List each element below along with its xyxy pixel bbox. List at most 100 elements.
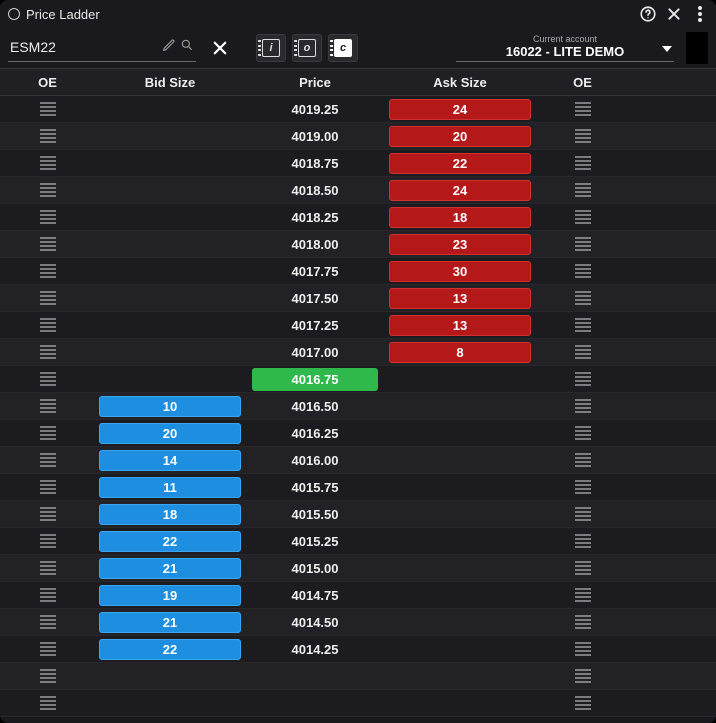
price-cell[interactable]: 4016.00 bbox=[245, 447, 385, 473]
price-cell[interactable]: 4018.00 bbox=[245, 231, 385, 257]
oe-right-cell[interactable] bbox=[535, 285, 630, 311]
help-icon[interactable] bbox=[638, 4, 658, 24]
oe-left-cell[interactable] bbox=[0, 474, 95, 500]
ask-size-cell[interactable] bbox=[385, 555, 535, 581]
bid-size-cell[interactable]: 22 bbox=[95, 528, 245, 554]
oe-left-cell[interactable] bbox=[0, 420, 95, 446]
oe-right-cell[interactable] bbox=[535, 312, 630, 338]
row-menu-icon[interactable] bbox=[575, 696, 591, 710]
price-cell[interactable]: 4019.00 bbox=[245, 123, 385, 149]
oe-right-cell[interactable] bbox=[535, 204, 630, 230]
price-cell[interactable]: 4016.75 bbox=[245, 366, 385, 392]
search-icon[interactable] bbox=[180, 38, 194, 52]
oe-left-cell[interactable] bbox=[0, 231, 95, 257]
oe-right-cell[interactable] bbox=[535, 636, 630, 662]
ask-size-cell[interactable] bbox=[385, 690, 535, 716]
price-cell[interactable]: 4017.00 bbox=[245, 339, 385, 365]
ask-size-cell[interactable] bbox=[385, 501, 535, 527]
oe-right-cell[interactable] bbox=[535, 690, 630, 716]
oe-right-cell[interactable] bbox=[535, 231, 630, 257]
bid-size-cell[interactable]: 20 bbox=[95, 420, 245, 446]
oe-right-cell[interactable] bbox=[535, 258, 630, 284]
oe-left-cell[interactable] bbox=[0, 447, 95, 473]
oe-left-cell[interactable] bbox=[0, 312, 95, 338]
oe-left-cell[interactable] bbox=[0, 636, 95, 662]
row-menu-icon[interactable] bbox=[575, 372, 591, 386]
ask-size-cell[interactable]: 8 bbox=[385, 339, 535, 365]
ask-size-cell[interactable]: 30 bbox=[385, 258, 535, 284]
mode-i-button[interactable]: i bbox=[256, 34, 286, 62]
row-menu-icon[interactable] bbox=[40, 561, 56, 575]
row-menu-icon[interactable] bbox=[40, 426, 56, 440]
price-cell[interactable] bbox=[245, 663, 385, 689]
oe-left-cell[interactable] bbox=[0, 366, 95, 392]
bid-size-cell[interactable]: 22 bbox=[95, 636, 245, 662]
bid-size-cell[interactable] bbox=[95, 339, 245, 365]
row-menu-icon[interactable] bbox=[40, 345, 56, 359]
price-cell[interactable]: 4015.75 bbox=[245, 474, 385, 500]
row-menu-icon[interactable] bbox=[40, 291, 56, 305]
oe-right-cell[interactable] bbox=[535, 609, 630, 635]
price-cell[interactable]: 4017.25 bbox=[245, 312, 385, 338]
edit-icon[interactable] bbox=[162, 38, 176, 52]
close-icon[interactable] bbox=[664, 4, 684, 24]
ask-size-cell[interactable]: 20 bbox=[385, 123, 535, 149]
price-cell[interactable]: 4017.50 bbox=[245, 285, 385, 311]
oe-left-cell[interactable] bbox=[0, 339, 95, 365]
oe-right-cell[interactable] bbox=[535, 339, 630, 365]
row-menu-icon[interactable] bbox=[40, 372, 56, 386]
oe-left-cell[interactable] bbox=[0, 555, 95, 581]
row-menu-icon[interactable] bbox=[40, 237, 56, 251]
ask-size-cell[interactable]: 24 bbox=[385, 177, 535, 203]
bid-size-cell[interactable] bbox=[95, 231, 245, 257]
row-menu-icon[interactable] bbox=[40, 642, 56, 656]
row-menu-icon[interactable] bbox=[575, 480, 591, 494]
oe-right-cell[interactable] bbox=[535, 528, 630, 554]
row-menu-icon[interactable] bbox=[575, 183, 591, 197]
bid-size-cell[interactable]: 21 bbox=[95, 609, 245, 635]
oe-left-cell[interactable] bbox=[0, 204, 95, 230]
row-menu-icon[interactable] bbox=[575, 615, 591, 629]
bid-size-cell[interactable] bbox=[95, 150, 245, 176]
row-menu-icon[interactable] bbox=[40, 399, 56, 413]
bid-size-cell[interactable] bbox=[95, 177, 245, 203]
price-cell[interactable]: 4018.50 bbox=[245, 177, 385, 203]
oe-left-cell[interactable] bbox=[0, 663, 95, 689]
oe-right-cell[interactable] bbox=[535, 150, 630, 176]
ask-size-cell[interactable] bbox=[385, 366, 535, 392]
row-menu-icon[interactable] bbox=[575, 453, 591, 467]
ask-size-cell[interactable]: 13 bbox=[385, 285, 535, 311]
mode-o-button[interactable]: o bbox=[292, 34, 322, 62]
ask-size-cell[interactable] bbox=[385, 420, 535, 446]
bid-size-cell[interactable]: 11 bbox=[95, 474, 245, 500]
row-menu-icon[interactable] bbox=[40, 102, 56, 116]
oe-left-cell[interactable] bbox=[0, 177, 95, 203]
bid-size-cell[interactable] bbox=[95, 312, 245, 338]
bid-size-cell[interactable] bbox=[95, 285, 245, 311]
oe-left-cell[interactable] bbox=[0, 123, 95, 149]
row-menu-icon[interactable] bbox=[575, 210, 591, 224]
price-cell[interactable]: 4016.50 bbox=[245, 393, 385, 419]
bid-size-cell[interactable]: 18 bbox=[95, 501, 245, 527]
bid-size-cell[interactable] bbox=[95, 258, 245, 284]
row-menu-icon[interactable] bbox=[575, 642, 591, 656]
oe-right-cell[interactable] bbox=[535, 177, 630, 203]
row-menu-icon[interactable] bbox=[40, 453, 56, 467]
row-menu-icon[interactable] bbox=[40, 318, 56, 332]
price-cell[interactable]: 4018.75 bbox=[245, 150, 385, 176]
row-menu-icon[interactable] bbox=[40, 210, 56, 224]
row-menu-icon[interactable] bbox=[575, 291, 591, 305]
clear-symbol-button[interactable] bbox=[206, 34, 234, 62]
row-menu-icon[interactable] bbox=[40, 507, 56, 521]
row-menu-icon[interactable] bbox=[575, 156, 591, 170]
oe-right-cell[interactable] bbox=[535, 96, 630, 122]
bid-size-cell[interactable]: 14 bbox=[95, 447, 245, 473]
price-cell[interactable]: 4014.50 bbox=[245, 609, 385, 635]
oe-right-cell[interactable] bbox=[535, 420, 630, 446]
price-cell[interactable]: 4017.75 bbox=[245, 258, 385, 284]
bid-size-cell[interactable]: 21 bbox=[95, 555, 245, 581]
row-menu-icon[interactable] bbox=[575, 102, 591, 116]
bid-size-cell[interactable] bbox=[95, 663, 245, 689]
ask-size-cell[interactable]: 23 bbox=[385, 231, 535, 257]
oe-right-cell[interactable] bbox=[535, 555, 630, 581]
